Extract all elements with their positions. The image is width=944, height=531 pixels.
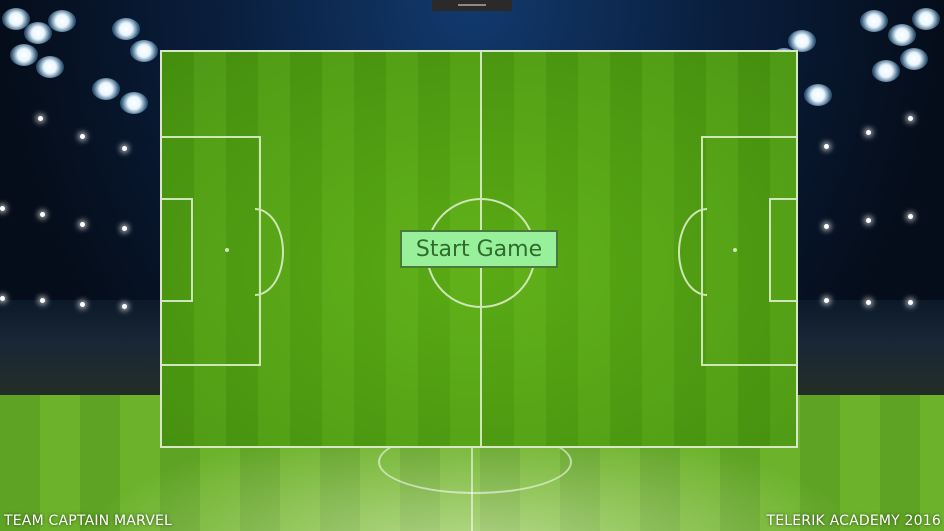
floodlight	[804, 84, 832, 106]
floodlight	[860, 10, 888, 32]
floodlight	[788, 30, 816, 52]
stadium-light	[908, 116, 913, 121]
floodlight	[872, 60, 900, 82]
floodlight	[900, 48, 928, 70]
stadium-light	[122, 146, 127, 151]
stadium-light	[40, 298, 45, 303]
outer-turf-line	[471, 440, 473, 531]
stadium-light	[80, 222, 85, 227]
stadium-light	[866, 218, 871, 223]
floodlight	[24, 22, 52, 44]
stadium-light	[80, 302, 85, 307]
stadium-light	[824, 144, 829, 149]
team-name-label: TEAM CAPTAIN MARVEL	[4, 513, 173, 529]
floodlight	[48, 10, 76, 32]
floodlight	[36, 56, 64, 78]
stadium-light	[824, 224, 829, 229]
floodlight	[112, 18, 140, 40]
stadium-light	[908, 300, 913, 305]
floodlight	[92, 78, 120, 100]
stadium-light	[122, 304, 127, 309]
floodlight	[888, 24, 916, 46]
stadium-light	[40, 212, 45, 217]
academy-label: TELERIK ACADEMY 2016	[766, 513, 941, 529]
start-game-button[interactable]: Start Game	[400, 230, 558, 268]
stadium-light	[866, 130, 871, 135]
stadium-light	[824, 298, 829, 303]
goal-area-right	[769, 198, 796, 302]
window-drag-handle[interactable]	[432, 0, 512, 11]
stadium-light	[0, 206, 5, 211]
stadium-light	[908, 214, 913, 219]
stadium-light	[0, 296, 5, 301]
floodlight	[130, 40, 158, 62]
floodlight	[10, 44, 38, 66]
stadium-light	[80, 134, 85, 139]
floodlight	[912, 8, 940, 30]
stadium-light	[866, 300, 871, 305]
stadium-light	[38, 116, 43, 121]
stadium-light	[122, 226, 127, 231]
penalty-spot-right	[733, 248, 737, 252]
penalty-spot-left	[225, 248, 229, 252]
floodlight	[120, 92, 148, 114]
goal-area-left	[162, 198, 193, 302]
